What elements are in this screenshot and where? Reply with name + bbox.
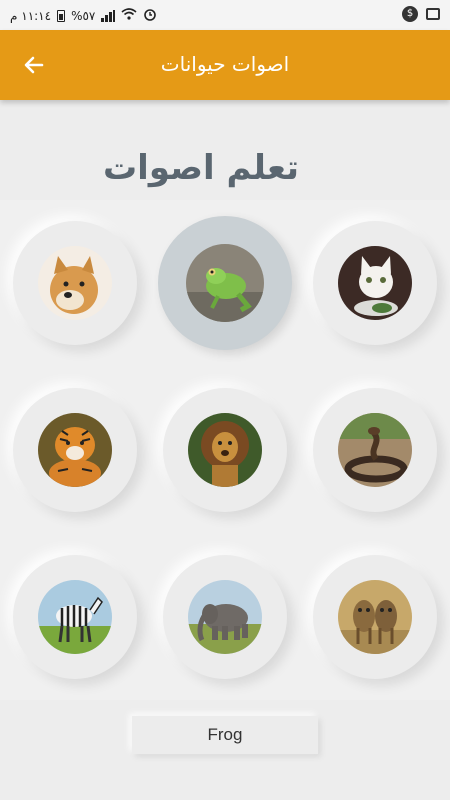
status-left: ١١:١٤ م %٥٧	[10, 7, 157, 24]
hyena-photo	[338, 580, 412, 654]
zebra-photo	[38, 580, 112, 654]
animal-tile-hyena[interactable]	[313, 555, 437, 679]
clock: ١١:١٤ م	[10, 8, 52, 23]
status-right: $	[402, 6, 440, 22]
lion-photo	[188, 413, 262, 487]
app-bar: اصوات حيوانات	[0, 30, 450, 100]
animal-tile-tiger[interactable]	[13, 388, 137, 512]
animal-tile-lion[interactable]	[163, 388, 287, 512]
dog-photo	[38, 246, 112, 320]
elephant-photo	[188, 580, 262, 654]
snake-photo	[338, 413, 412, 487]
battery-icon	[57, 9, 66, 22]
app-title: اصوات حيوانات	[160, 52, 290, 76]
status-bar: ١١:١٤ م %٥٧ $	[0, 0, 450, 30]
animal-tile-frog[interactable]	[158, 216, 292, 350]
tiger-photo	[38, 413, 112, 487]
animal-tile-zebra[interactable]	[13, 555, 137, 679]
animal-tile-dog[interactable]	[13, 221, 137, 345]
wifi-icon	[121, 8, 137, 23]
signal-icon	[101, 9, 116, 22]
frog-photo	[186, 244, 264, 322]
battery-percent: %٥٧	[71, 8, 96, 23]
cat-photo	[338, 246, 412, 320]
animal-tile-snake[interactable]	[313, 388, 437, 512]
animal-tile-cat[interactable]	[313, 221, 437, 345]
dollar-app-icon: $	[402, 6, 418, 22]
section-title: تعلم اصوات	[103, 148, 299, 188]
alarm-icon	[143, 7, 157, 24]
animal-tile-elephant[interactable]	[163, 555, 287, 679]
selected-animal-label: Frog	[132, 716, 318, 754]
gallery-icon	[426, 8, 440, 20]
